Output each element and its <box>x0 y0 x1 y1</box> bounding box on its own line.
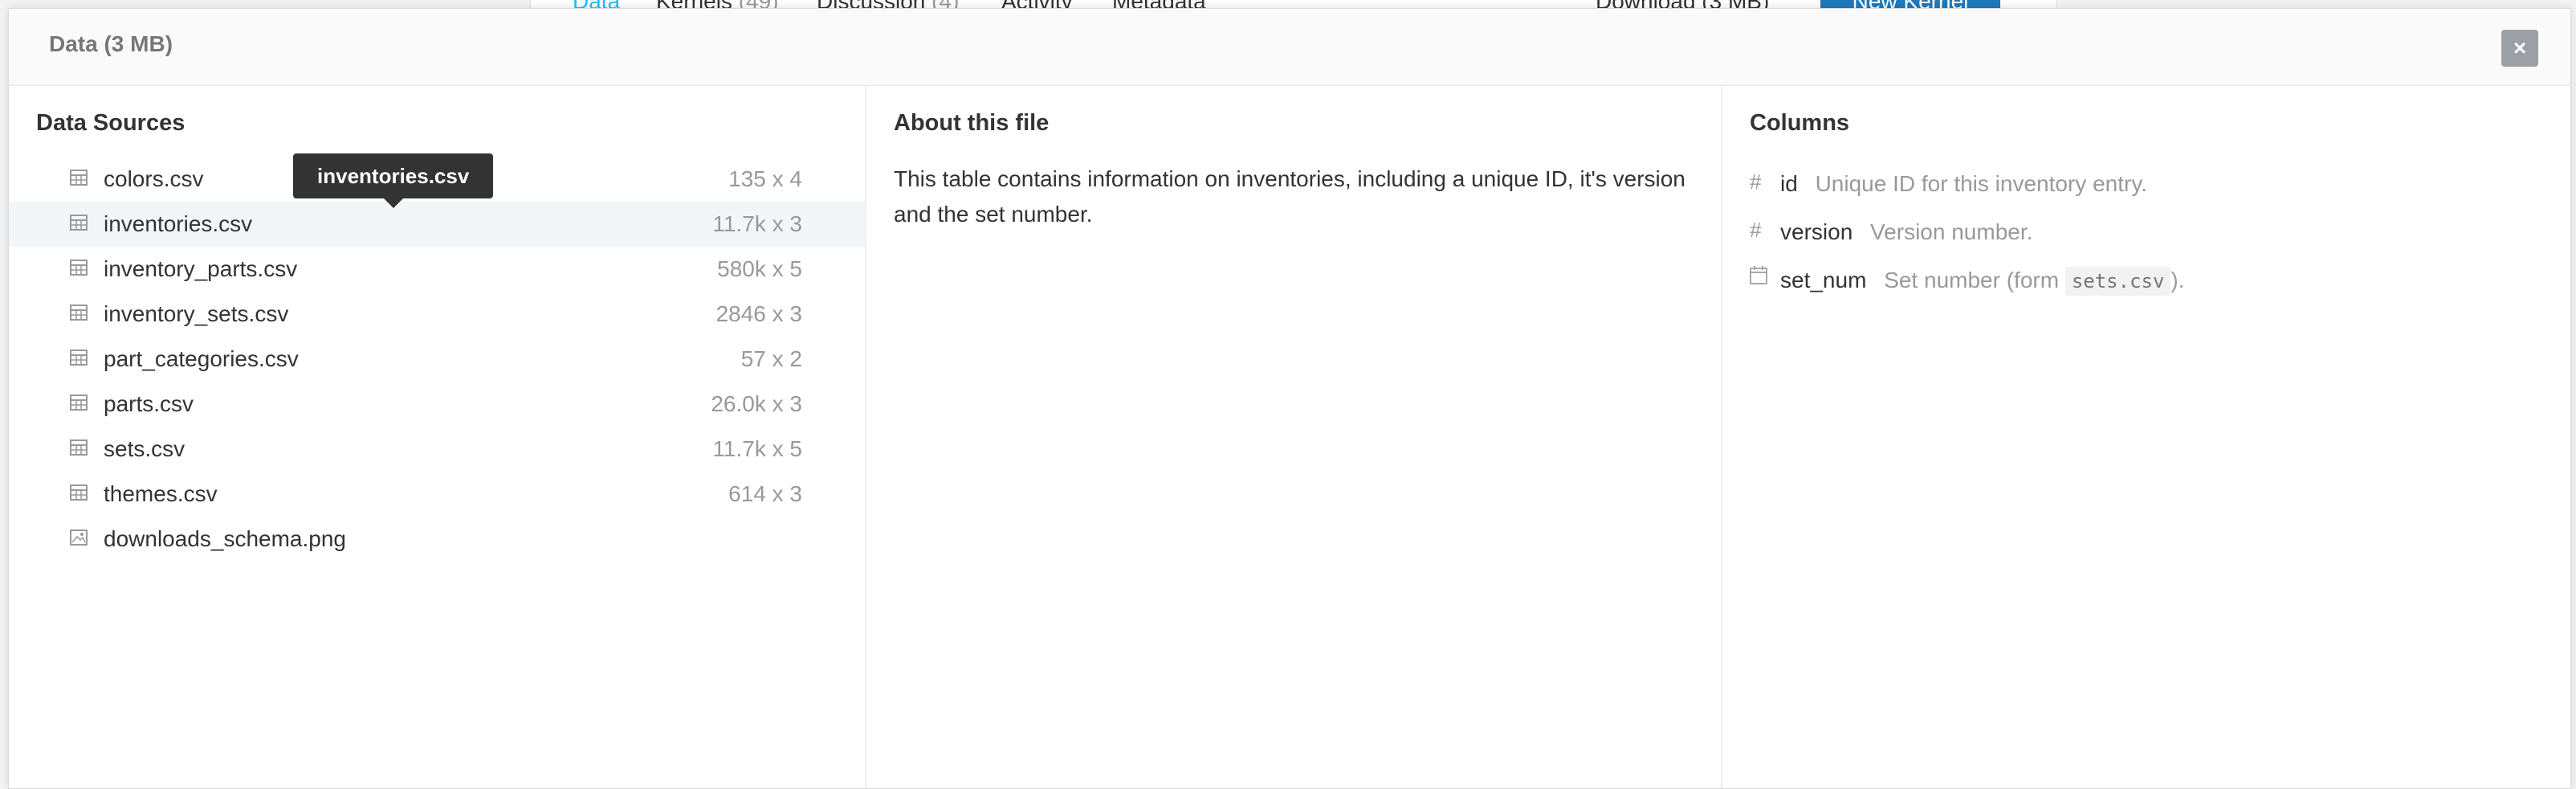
columns-title: Columns <box>1750 110 1850 136</box>
file-dimensions: 580k x 5 <box>717 256 802 281</box>
table-icon <box>70 305 88 321</box>
file-name: parts.csv <box>104 391 194 416</box>
file-list: colors.csv 135 x 4 inventories.csv 11.7k x … <box>9 157 865 562</box>
columns-pane: Columns # id Unique ID for this inventor… <box>1722 86 2570 788</box>
file-row[interactable]: themes.csv 614 x 3 <box>9 472 865 517</box>
about-file-pane: About this file This table contains info… <box>866 86 1722 788</box>
file-row[interactable]: inventory_sets.csv 2846 x 3 <box>9 292 865 337</box>
file-name: part_categories.csv <box>104 346 299 371</box>
table-icon <box>70 215 88 231</box>
hash-icon: # <box>1750 170 1762 194</box>
file-dimensions: 26.0k x 3 <box>711 391 802 416</box>
file-row[interactable]: sets.csv 11.7k x 5 <box>9 427 865 472</box>
file-name: downloads_schema.png <box>104 526 346 551</box>
file-name: colors.csv <box>104 166 204 191</box>
calendar-icon <box>1750 266 1767 291</box>
file-name: inventory_parts.csv <box>104 256 298 281</box>
column-row-version: # version Version number. <box>1750 215 2554 263</box>
tooltip-text: inventories.csv <box>317 164 470 188</box>
table-icon <box>70 260 88 276</box>
table-icon <box>70 394 88 411</box>
column-name: version Version number. <box>1780 219 2032 245</box>
column-row-id: # id Unique ID for this inventory entry. <box>1750 166 2554 215</box>
file-row[interactable]: downloads_schema.png <box>9 517 865 562</box>
file-dimensions: 135 x 4 <box>728 166 802 191</box>
file-name: inventories.csv <box>104 211 253 236</box>
file-row[interactable]: part_categories.csv 57 x 2 <box>9 337 865 382</box>
column-name: set_num Set number (form sets.csv). <box>1780 267 2185 296</box>
column-description: Version number. <box>1870 219 2033 244</box>
file-dimensions: 57 x 2 <box>740 346 802 371</box>
file-dimensions: 614 x 3 <box>728 481 802 506</box>
column-row-set-num: set_num Set number (form sets.csv). <box>1750 263 2554 311</box>
file-row[interactable]: inventories.csv 11.7k x 3 <box>9 202 865 247</box>
modal-header: Data (3 MB) × <box>9 9 2570 86</box>
close-button[interactable]: × <box>2501 30 2538 67</box>
file-name: themes.csv <box>104 481 218 506</box>
column-description: Set number (form sets.csv). <box>1884 267 2185 296</box>
file-dimensions: 11.7k x 3 <box>712 211 802 236</box>
table-icon <box>70 350 88 366</box>
table-icon <box>70 484 88 501</box>
column-name-text: id <box>1780 171 1798 196</box>
column-description-code: sets.csv <box>2064 267 2171 296</box>
tooltip-arrow <box>383 198 403 208</box>
table-icon <box>70 170 88 186</box>
about-file-description: This table contains information on inven… <box>894 166 1685 227</box>
column-description-text: Set number (form <box>1884 268 2060 292</box>
modal-title: Data (3 MB) <box>49 31 173 56</box>
file-dimensions: 11.7k x 5 <box>712 436 802 461</box>
file-row[interactable]: inventory_parts.csv 580k x 5 <box>9 247 865 292</box>
image-icon <box>70 529 88 546</box>
close-icon: × <box>2513 35 2527 60</box>
file-row[interactable]: parts.csv 26.0k x 3 <box>9 382 865 427</box>
about-file-title: About this file <box>894 110 1050 136</box>
column-description: Unique ID for this inventory entry. <box>1815 171 2148 196</box>
data-modal: Data (3 MB) × Data Sources colors.csv 135… <box>8 8 2571 789</box>
file-tooltip: inventories.csv <box>293 153 494 208</box>
file-name: sets.csv <box>104 436 185 461</box>
file-dimensions: 2846 x 3 <box>715 301 802 326</box>
table-icon <box>70 439 88 456</box>
data-sources-pane: Data Sources colors.csv 135 x 4 inventorie… <box>9 86 866 788</box>
file-name: inventory_sets.csv <box>104 301 289 326</box>
column-name-text: version <box>1780 219 1853 244</box>
column-name: id Unique ID for this inventory entry. <box>1780 171 2147 197</box>
column-description-suffix: ). <box>2170 268 2185 292</box>
column-list: # id Unique ID for this inventory entry.… <box>1750 166 2554 311</box>
hash-icon: # <box>1750 218 1762 242</box>
data-sources-title: Data Sources <box>36 110 185 136</box>
column-name-text: set_num <box>1780 268 1867 292</box>
